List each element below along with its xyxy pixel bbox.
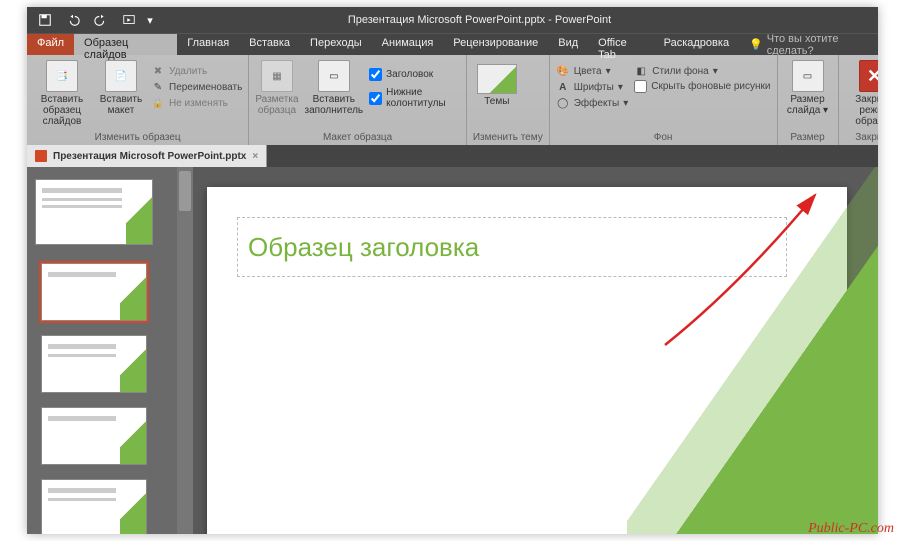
thumbnail-scrollbar[interactable] [177, 167, 193, 534]
tell-me-search[interactable]: 💡 Что вы хотите сделать? [749, 34, 878, 55]
title-checkbox[interactable]: Заголовок [369, 68, 460, 81]
layout-icon: 📄 [105, 60, 137, 92]
app-window: ▾ Презентация Microsoft PowerPoint.pptx … [27, 7, 878, 534]
titlebar: ▾ Презентация Microsoft PowerPoint.pptx … [27, 7, 878, 33]
fonts-icon: A [556, 80, 570, 94]
rename-icon: ✎ [151, 80, 165, 94]
effects-button[interactable]: ◯Эффекты ▾ [556, 96, 629, 110]
slide-size-icon: ▭ [792, 60, 824, 92]
document-tab-strip: Презентация Microsoft PowerPoint.pptx × [27, 145, 878, 167]
edit-master-actions: ✖Удалить ✎Переименовать 🔒Не изменять [151, 58, 242, 110]
tab-view[interactable]: Вид [548, 34, 588, 55]
tab-home[interactable]: Главная [177, 34, 239, 55]
window-title: Презентация Microsoft PowerPoint.pptx - … [161, 14, 798, 26]
background-styles-button[interactable]: ◧Стили фона ▾ [634, 64, 770, 78]
quick-access-toolbar: ▾ [27, 7, 161, 33]
slide-size-button[interactable]: ▭ Размер слайда ▾ [784, 58, 832, 116]
tab-storyboard[interactable]: Раскадровка [654, 34, 739, 55]
effects-icon: ◯ [556, 96, 570, 110]
delete-icon: ✖ [151, 64, 165, 78]
workspace: Образец заголовка [27, 167, 878, 534]
tab-insert[interactable]: Вставка [239, 34, 300, 55]
qa-customize-icon[interactable]: ▾ [143, 7, 157, 33]
group-edit-master: 📑 Вставить образец слайдов 📄 Вставить ма… [27, 55, 249, 145]
document-tab[interactable]: Презентация Microsoft PowerPoint.pptx × [27, 145, 267, 167]
ribbon: 📑 Вставить образец слайдов 📄 Вставить ма… [27, 55, 878, 145]
group-edit-theme: Темы Изменить тему [467, 55, 550, 145]
title-placeholder[interactable]: Образец заголовка [237, 217, 787, 277]
footers-checkbox[interactable]: Нижние колонтитулы [369, 87, 460, 109]
layout-thumbnail-3[interactable] [41, 407, 147, 465]
ribbon-tabbar: Файл Образец слайдов Главная Вставка Пер… [27, 33, 878, 55]
tab-review[interactable]: Рецензирование [443, 34, 548, 55]
hide-background-checkbox[interactable]: Скрыть фоновые рисунки [634, 80, 770, 93]
group-background: 🎨Цвета ▾ AШрифты ▾ ◯Эффекты ▾ ◧Стили фон… [550, 55, 778, 145]
layout-thumbnail-4[interactable] [41, 479, 147, 534]
tab-file[interactable]: Файл [27, 34, 74, 55]
tab-animations[interactable]: Анимация [372, 34, 444, 55]
tab-office-tab[interactable]: Office Tab [588, 34, 653, 55]
tab-slide-master[interactable]: Образец слайдов [74, 34, 177, 55]
close-master-view-button[interactable]: ✕ Закрыть режим образца [845, 58, 879, 127]
group-master-layout: ▦ Разметка образца ▭ Вставить заполнител… [249, 55, 467, 145]
master-layout-button[interactable]: ▦ Разметка образца [255, 58, 298, 116]
start-from-beginning-button[interactable] [115, 7, 143, 33]
bg-styles-icon: ◧ [634, 64, 648, 78]
undo-button[interactable] [59, 7, 87, 33]
close-tab-icon[interactable]: × [252, 151, 258, 162]
preserve-button[interactable]: 🔒Не изменять [151, 96, 242, 110]
watermark: Public-PC.com [808, 521, 894, 537]
lightbulb-icon: 💡 [749, 38, 763, 51]
slide-master[interactable]: Образец заголовка [207, 187, 847, 534]
save-button[interactable] [31, 7, 59, 33]
preserve-icon: 🔒 [151, 96, 165, 110]
insert-placeholder-button[interactable]: ▭ Вставить заполнитель [305, 58, 364, 116]
master-layout-icon: ▦ [261, 60, 293, 92]
thumbnail-pane[interactable] [27, 167, 177, 534]
redo-button[interactable] [87, 7, 115, 33]
rename-button[interactable]: ✎Переименовать [151, 80, 242, 94]
delete-button[interactable]: ✖Удалить [151, 64, 242, 78]
themes-button[interactable]: Темы [473, 58, 521, 107]
fonts-button[interactable]: AШрифты ▾ [556, 80, 629, 94]
group-size: ▭ Размер слайда ▾ Размер [778, 55, 839, 145]
tab-transitions[interactable]: Переходы [300, 34, 372, 55]
slide-canvas-area[interactable]: Образец заголовка [177, 167, 878, 534]
placeholder-icon: ▭ [318, 60, 350, 92]
layout-thumbnail-2[interactable] [41, 335, 147, 393]
slide-master-icon: 📑 [46, 60, 78, 92]
powerpoint-file-icon [35, 150, 47, 162]
master-thumbnail[interactable] [35, 179, 153, 245]
insert-slide-master-button[interactable]: 📑 Вставить образец слайдов [33, 58, 91, 127]
close-icon: ✕ [859, 60, 879, 92]
group-close: ✕ Закрыть режим образца Закрыть [839, 55, 879, 145]
theme-thumb-icon [477, 64, 517, 94]
colors-icon: 🎨 [556, 64, 570, 78]
insert-layout-button[interactable]: 📄 Вставить макет [97, 58, 145, 116]
layout-thumbnail-1[interactable] [41, 263, 147, 321]
colors-button[interactable]: 🎨Цвета ▾ [556, 64, 629, 78]
